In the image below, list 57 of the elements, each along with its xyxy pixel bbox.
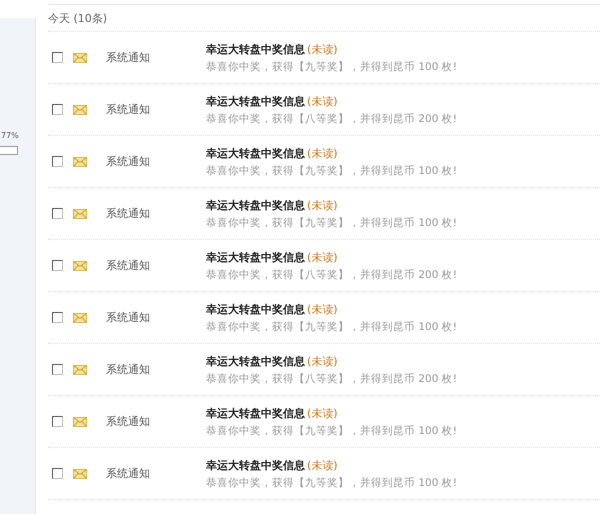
message-title[interactable]: 幸运大转盘中奖信息 (206, 250, 305, 264)
message-sender: 系统通知 (106, 362, 151, 377)
envelope-icon (73, 104, 87, 114)
unread-label: (未读) (307, 354, 338, 368)
checkbox[interactable] (52, 104, 63, 115)
envelope-icon (73, 260, 87, 270)
message-title[interactable]: 幸运大转盘中奖信息 (206, 354, 305, 368)
unread-label: (未读) (307, 250, 338, 264)
message-sender: 系统通知 (106, 154, 151, 169)
unread-label: (未读) (307, 94, 338, 108)
message-title[interactable]: 幸运大转盘中奖信息 (206, 302, 305, 316)
message-sender: 系统通知 (106, 50, 151, 65)
checkbox[interactable] (52, 416, 63, 427)
unread-label: (未读) (307, 198, 338, 212)
checkbox[interactable] (52, 52, 63, 63)
message-preview: 恭喜你中奖，获得【八等奖】，并得到昆币 200 枚! (206, 268, 457, 282)
section-title: 今天 (10条) (48, 10, 108, 26)
checkbox[interactable] (52, 260, 63, 271)
message-title[interactable]: 幸运大转盘中奖信息 (206, 94, 305, 108)
message-preview: 恭喜你中奖，获得【九等奖】，并得到昆币 100 枚! (206, 320, 457, 334)
message-sender: 系统通知 (106, 258, 151, 273)
checkbox[interactable] (52, 312, 63, 323)
message-preview: 恭喜你中奖，获得【九等奖】，并得到昆币 100 枚! (206, 216, 457, 230)
unread-label: (未读) (307, 458, 338, 472)
unread-label: (未读) (307, 42, 338, 56)
message-sender: 系统通知 (106, 466, 151, 481)
message-preview: 恭喜你中奖，获得【八等奖】，并得到昆币 200 枚! (206, 372, 457, 386)
message-title[interactable]: 幸运大转盘中奖信息 (206, 146, 305, 160)
envelope-icon (73, 156, 87, 166)
message-title[interactable]: 幸运大转盘中奖信息 (206, 458, 305, 472)
message-sender: 系统通知 (106, 206, 151, 221)
message-sender: 系统通知 (106, 102, 151, 117)
message-preview: 恭喜你中奖，获得【八等奖】，并得到昆币 200 枚! (206, 112, 457, 126)
checkbox[interactable] (52, 364, 63, 375)
unread-label: (未读) (307, 302, 338, 316)
unread-label: (未读) (307, 146, 338, 160)
message-preview: 恭喜你中奖，获得【九等奖】，并得到昆币 100 枚! (206, 60, 457, 74)
message-preview: 恭喜你中奖，获得【九等奖】，并得到昆币 100 枚! (206, 424, 457, 438)
checkbox[interactable] (52, 156, 63, 167)
message-title[interactable]: 幸运大转盘中奖信息 (206, 198, 305, 212)
message-sender: 系统通知 (106, 310, 151, 325)
message-sender: 系统通知 (106, 414, 151, 429)
unread-label: (未读) (307, 406, 338, 420)
message-preview: 恭喜你中奖，获得【九等奖】，并得到昆币 100 枚! (206, 476, 457, 490)
envelope-icon (73, 468, 87, 478)
envelope-icon (73, 416, 87, 426)
envelope-icon (73, 364, 87, 374)
usage-bar (0, 146, 18, 155)
envelope-icon (73, 312, 87, 322)
checkbox[interactable] (52, 208, 63, 219)
envelope-icon (73, 208, 87, 218)
checkbox[interactable] (52, 468, 63, 479)
message-title[interactable]: 幸运大转盘中奖信息 (206, 42, 305, 56)
usage-reading: 77% (1, 130, 20, 142)
message-title[interactable]: 幸运大转盘中奖信息 (206, 406, 305, 420)
message-preview: 恭喜你中奖，获得【九等奖】，并得到昆币 100 枚! (206, 164, 457, 178)
envelope-icon (73, 52, 87, 62)
